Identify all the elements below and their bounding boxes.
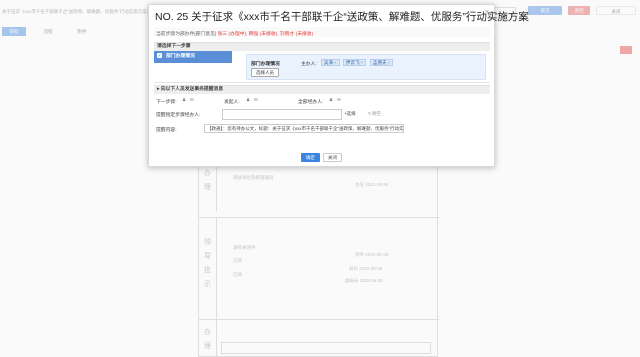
clear-link[interactable]: ↻清空	[368, 111, 381, 117]
current-step-info: 当前步骤为部办件[部门意见] 张三 (办理中), 韩强 (未接收), 刘晓才 (…	[154, 27, 490, 37]
choose-label: 选择	[346, 111, 356, 116]
mail-icon[interactable]: ✉	[337, 97, 341, 103]
host-chip-label: 孟德夫	[373, 60, 387, 65]
remind-handlers-input[interactable]	[222, 109, 342, 120]
checkbox-checked-icon[interactable]: ✓	[157, 53, 162, 59]
remind-content-input[interactable]: 【政通】：您有待办公文，标题：关于征求《xxx市千名干部联千企“送政策、解难题、…	[204, 124, 404, 133]
host-chip[interactable]: 孟德夫×	[370, 59, 394, 66]
notice-header: ▸ 向以下人员发送事务提醒消息	[154, 85, 490, 94]
host-chip[interactable]: 吴海×	[321, 59, 340, 66]
remove-icon[interactable]: ×	[334, 60, 337, 65]
step-option-department[interactable]: ✓ 部门办理情况	[154, 51, 232, 63]
mail-icon[interactable]: ✉	[254, 97, 258, 103]
notify-user-icon[interactable]: ♟	[246, 97, 250, 103]
mail-icon[interactable]: ✉	[190, 97, 194, 103]
notify-user-icon[interactable]: ♟	[182, 97, 186, 103]
current-step-prefix: 当前步骤为部办件[部门意见]	[156, 32, 217, 37]
all-handlers-label: 全部经办人:	[298, 100, 324, 105]
current-step-handlers: 张三 (办理中), 韩强 (未接收), 刘晓才 (未接收)	[217, 32, 314, 37]
transfer-dialog: NO. 25 关于征求《xxx市千名干部联千企“送政策、解难题、优服务”行动实施…	[148, 4, 529, 167]
clear-label: 清空	[371, 111, 381, 116]
close-button[interactable]: 关闭	[323, 153, 342, 162]
select-person-button[interactable]: 选择人员	[251, 68, 279, 77]
notify-user-icon[interactable]: ♟	[329, 97, 333, 103]
host-chip[interactable]: 伊云飞×	[343, 59, 367, 66]
host-chip-label: 伊云飞	[346, 60, 360, 65]
host-chip-label: 吴海	[324, 60, 333, 65]
remove-icon[interactable]: ×	[361, 60, 364, 65]
remind-label: 提醒指定步骤经办人:	[156, 113, 201, 118]
host-label: 主办人:	[301, 62, 317, 67]
next-step-header: 请选择下一步骤	[154, 42, 490, 51]
choose-link[interactable]: +选择	[344, 111, 356, 117]
sender-label: 发起人:	[224, 100, 240, 105]
dialog-title: NO. 25 关于征求《xxx市千名干部联千企“送政策、解难题、优服务”行动实施…	[155, 11, 529, 23]
step-detail-panel: 部门办理情况 选择人员 主办人: 吴海× 伊云飞× 孟德夫×	[246, 54, 486, 80]
close-icon[interactable]: ×	[485, 9, 489, 16]
next-step-area: ✓ 部门办理情况 部门办理情况 选择人员 主办人: 吴海× 伊云飞× 孟德夫×	[154, 51, 490, 83]
next-step-label: 下一步骤:	[156, 100, 177, 105]
dialog-body: 当前步骤为部办件[部门意见] 张三 (办理中), 韩强 (未接收), 刘晓才 (…	[154, 27, 490, 145]
notice-area: 下一步骤: ♟ ✉ 发起人: ♟ ✉ 全部经办人: ♟ ✉ 提醒指定步骤经办人:…	[154, 94, 490, 138]
step-detail-name: 部门办理情况	[251, 62, 280, 67]
confirm-button[interactable]: 确定	[301, 153, 320, 162]
notice-header-label: 向以下人员发送事务提醒消息	[160, 87, 224, 92]
remove-icon[interactable]: ×	[388, 60, 391, 65]
content-label: 提醒内容:	[156, 128, 177, 133]
step-option-label: 部门办理情况	[166, 54, 195, 59]
